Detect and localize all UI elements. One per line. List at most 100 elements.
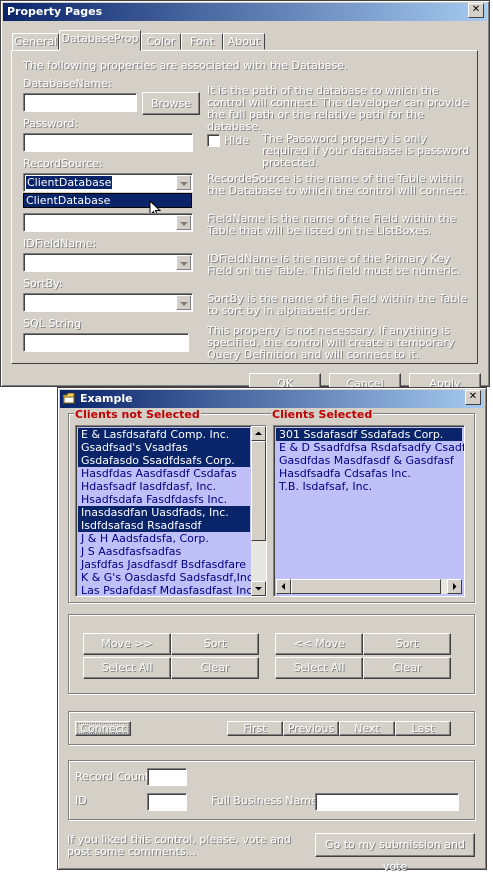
scroll-thumb[interactable] — [291, 579, 441, 594]
tab-general[interactable]: General — [12, 33, 59, 50]
full-business-name-field[interactable] — [315, 793, 459, 811]
connect-button[interactable]: Connect — [75, 721, 131, 736]
tab-font[interactable]: Font — [181, 33, 223, 50]
list-item[interactable]: Las Psdafdasf Mdasfasdfast Inc. — [78, 584, 256, 596]
record-source-option[interactable]: ClientDatabase — [24, 194, 191, 207]
id-field-name-combo[interactable] — [23, 253, 193, 272]
browse-button[interactable]: Browse — [142, 92, 200, 115]
close-icon[interactable]: ✕ — [465, 390, 481, 405]
chevron-down-icon[interactable] — [176, 175, 191, 190]
list-item[interactable]: Gsadfsad's Vsadfas — [78, 441, 250, 454]
first-label: First — [243, 722, 267, 735]
app-icon — [62, 392, 75, 404]
tab-font-label: Font — [190, 35, 214, 48]
scroll-thumb[interactable] — [251, 441, 266, 541]
select-all-left-button[interactable]: Select All — [83, 657, 171, 679]
close-icon[interactable]: ✕ — [468, 3, 484, 18]
list-item[interactable]: Hasdfdas Aasdfasdf Csdafas — [78, 467, 250, 480]
last-label: Last — [411, 722, 435, 735]
chevron-up-icon — [255, 431, 262, 435]
scroll-down-button[interactable] — [251, 581, 266, 596]
list-item[interactable]: E & D Ssadfdfsa Rsdafsadfy Csadfdsa S — [276, 441, 464, 454]
intro-text: The following properties are associated … — [23, 59, 348, 72]
record-source-dropdown[interactable]: ClientDatabase — [23, 193, 192, 208]
clients-not-selected-label: Clients not Selected — [74, 408, 201, 421]
list-item[interactable]: E & Lasfdsafafd Comp. Inc. — [78, 428, 250, 441]
tab-databaseprop[interactable]: DatabaseProp — [59, 30, 141, 51]
move-left-button[interactable]: << Move — [275, 633, 363, 655]
property-pages-window: Property Pages ✕ General DatabaseProp Co… — [0, 0, 490, 395]
browse-button-label: Browse — [150, 97, 192, 110]
clients-not-selected-list[interactable]: E & Lasfdsafafd Comp. Inc. Gsadfsad's Vsa… — [75, 425, 267, 597]
tab-databaseprop-label: DatabaseProp — [61, 32, 139, 45]
select-all-right-label: Select All — [293, 661, 345, 674]
list-item[interactable]: Isdfdsafasd Rsadfasdf — [78, 519, 250, 532]
sql-string-input[interactable] — [23, 333, 189, 352]
hide-checkbox[interactable] — [207, 134, 220, 147]
move-right-label: Move >> — [101, 637, 153, 650]
chevron-down-icon[interactable] — [176, 295, 191, 310]
clients-selected-list[interactable]: 301 Ssdafasdf Ssdafads Corp. E & D Ssadfd… — [273, 425, 465, 597]
list-item[interactable]: Hdasfsadf Iasdfdasf, Inc. — [78, 480, 250, 493]
example-title: Example — [80, 392, 133, 405]
first-button[interactable]: First — [227, 721, 283, 736]
list-item[interactable]: Hsadfsdafa Fasdfdasfs Inc. — [78, 493, 250, 506]
list-item[interactable]: Jasfdfas Jasdfasdf Bsdfasdfare — [78, 558, 250, 571]
scroll-right-button[interactable] — [447, 579, 462, 594]
vote-button-label: Go to my submission and vote — [325, 838, 465, 873]
sort-by-combo[interactable] — [23, 293, 193, 312]
list-item[interactable]: Hasdfsadfa Cdsafas Inc. — [276, 467, 462, 480]
list-item[interactable]: J S Aasdfasfsadfas — [78, 545, 250, 558]
select-all-left-label: Select All — [101, 661, 153, 674]
list-item[interactable]: J & H Aadsfadsfa, Corp. — [78, 532, 250, 545]
hide-label: Hide — [224, 134, 250, 147]
previous-label: Previous — [287, 722, 335, 735]
clear-left-label: Clear — [200, 661, 230, 674]
tab-about[interactable]: About — [223, 33, 265, 50]
connect-label: Connect — [80, 722, 126, 735]
database-name-label: DatabaseName: — [23, 77, 112, 90]
move-right-button[interactable]: Move >> — [83, 633, 171, 655]
horizontal-scrollbar[interactable] — [276, 579, 462, 594]
clear-left-button[interactable]: Clear — [171, 657, 259, 679]
chevron-down-icon[interactable] — [176, 215, 191, 230]
sql-string-label: SQL String — [23, 317, 82, 330]
last-button[interactable]: Last — [395, 721, 451, 736]
scrollbar[interactable] — [251, 426, 266, 596]
record-count-label: Record Count — [75, 770, 150, 783]
next-button[interactable]: Next — [339, 721, 395, 736]
previous-button[interactable]: Previous — [283, 721, 339, 736]
password-input[interactable] — [23, 133, 193, 152]
example-titlebar[interactable]: Example — [60, 390, 484, 408]
sort-left-button[interactable]: Sort — [171, 633, 259, 655]
database-name-description: It is the path of the database to which … — [207, 84, 469, 133]
list-item[interactable]: Gasdfdas Masdfasdf & Gasdfasf — [276, 454, 462, 467]
record-source-combo[interactable]: ClientDatabase — [23, 173, 193, 192]
clients-selected-rows: 301 Ssdafasdf Ssdafads Corp. E & D Ssadfd… — [276, 428, 464, 493]
password-label: Password: — [23, 117, 79, 130]
list-item[interactable]: T.B. Isdafsaf, Inc. — [276, 480, 462, 493]
sort-right-label: Sort — [395, 637, 419, 650]
clear-right-label: Clear — [392, 661, 422, 674]
clients-not-selected-rows: E & Lasfdsafafd Comp. Inc. Gsadfsad's Vsa… — [78, 428, 256, 596]
chevron-down-icon[interactable] — [176, 255, 191, 270]
vote-button[interactable]: Go to my submission and vote — [315, 833, 475, 873]
tab-color[interactable]: Color — [141, 33, 181, 50]
clients-selected-label: Clients Selected — [271, 408, 374, 421]
record-count-field[interactable] — [147, 768, 187, 786]
scroll-up-button[interactable] — [251, 426, 266, 441]
field-name-combo[interactable] — [23, 213, 193, 232]
property-pages-titlebar[interactable]: Property Pages — [3, 3, 487, 21]
database-name-input[interactable] — [23, 93, 137, 112]
list-item[interactable]: 301 Ssdafasdf Ssdafads Corp. — [276, 428, 462, 441]
list-item[interactable]: Inasdasdfan Uasdfads, Inc. — [78, 506, 250, 519]
next-label: Next — [354, 722, 380, 735]
list-item[interactable]: Gsdafasdo Ssadfdsafs Corp. — [78, 454, 250, 467]
scroll-left-button[interactable] — [276, 579, 291, 594]
clear-right-button[interactable]: Clear — [363, 657, 451, 679]
sort-right-button[interactable]: Sort — [363, 633, 451, 655]
id-field[interactable] — [147, 793, 187, 811]
list-item[interactable]: K & G's Oasdasfd Sadsfasdf,Inc. — [78, 571, 256, 584]
full-business-name-label: Full Business Name — [211, 794, 318, 807]
select-all-right-button[interactable]: Select All — [275, 657, 363, 679]
